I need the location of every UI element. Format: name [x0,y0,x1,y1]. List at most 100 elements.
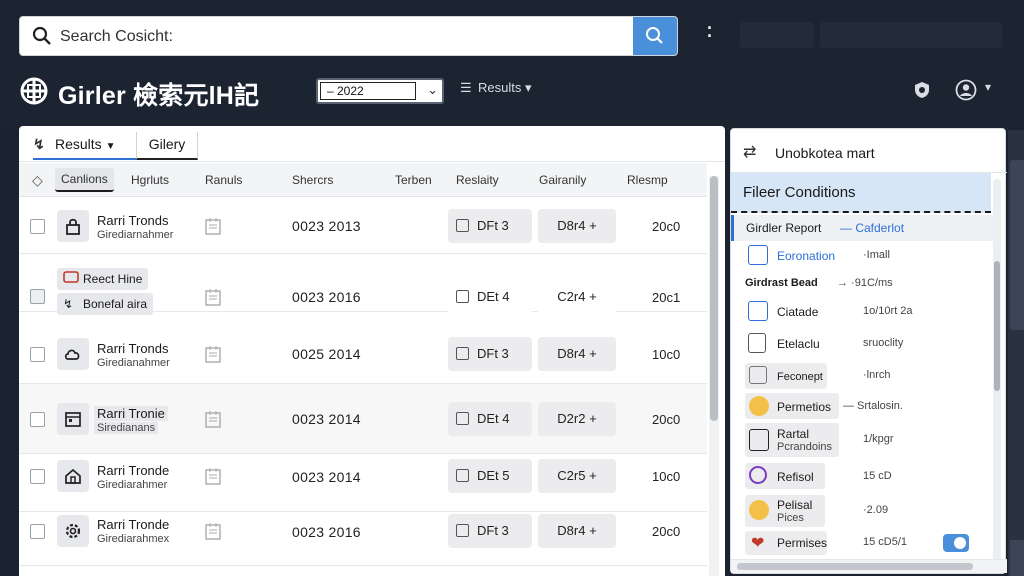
more-options-icon[interactable]: · · [703,19,717,48]
document-icon[interactable] [205,467,221,485]
collapse-arrow-icon[interactable]: ⇄ [743,142,756,162]
document-icon[interactable] [205,288,221,306]
row-title[interactable]: Rarri Tronie [94,406,168,421]
caret-down-icon[interactable]: ▾ [985,80,991,94]
row-tag-checkbox[interactable]: DFt 3 [448,209,532,243]
search-input[interactable] [60,25,620,49]
row-checkbox[interactable] [30,219,45,234]
user-avatar-icon[interactable] [955,79,977,101]
row-title[interactable]: Rarri Tronde [97,517,169,532]
table-row[interactable]: Reect Hine ↯ Bonefal aira 0023 2016 DEt 4… [19,254,707,315]
toggle-switch[interactable] [943,534,969,552]
filter-item-selected[interactable]: Girdler Report — Cafderlot [731,215,993,241]
window-icon [63,268,83,290]
filter-item[interactable]: Feconept ·lnrch [731,363,993,391]
row-tag-button[interactable]: D8r4 + [538,514,616,548]
row-tag-checkbox[interactable]: DEt 4 [448,402,532,436]
tab-gallery[interactable]: Gilery [136,132,198,160]
row-title[interactable]: Rarri Tronde [97,463,169,478]
checkbox-icon [456,412,469,425]
column-header[interactable]: Terben [395,173,432,187]
row-date: 0023 2016 [292,289,361,305]
checkbox-icon [456,347,469,360]
filter-panel-title: Unobkotea mart [775,145,875,161]
filter-item-label: Etelaclu [777,337,820,351]
table-row[interactable]: Rarri Tronds Girediarnahmer 0023 2013 DF… [19,198,707,254]
row-checkbox[interactable] [30,289,45,304]
diamond-icon[interactable]: ◇ [32,172,43,189]
file-icon [748,333,766,353]
row-count: 20c0 [652,219,681,234]
table-row[interactable]: Rarri Tronie Siredianans 0023 2014 DEt 4… [19,384,707,454]
filter-item[interactable]: Pelisal Pices ·2.09 [731,495,993,527]
filter-item-label: Girdler Report [746,221,822,235]
filter-item-value: → ·91C/ms [837,277,893,289]
column-header[interactable]: Reslaity [456,173,499,187]
filter-scrollbar[interactable] [993,179,1001,567]
row-checkbox[interactable] [30,469,45,484]
results-scrollbar[interactable] [709,176,719,576]
document-icon[interactable] [205,522,221,540]
column-header[interactable]: Hgrluts [131,173,169,187]
document-icon[interactable] [205,345,221,363]
row-tag-button[interactable]: C2r4 + [538,280,616,314]
filter-item[interactable]: Etelaclu sruoclity [731,331,993,357]
brand-bar: Girler 檢索元lH記 – 2022 ⌄ ☰ Results ▾ ▾ [0,70,1024,126]
cloud-icon [64,349,80,360]
results-panel: ↯ Results ▼ Gilery ◇ Canlions Hgrluts Ran… [19,126,725,576]
year-select[interactable]: – 2022 ⌄ [316,78,444,104]
results-menu[interactable]: ☰ Results ▾ [460,80,532,96]
scrollbar-thumb[interactable] [994,261,1000,391]
filter-item[interactable]: Girdrast Bead → ·91C/ms [731,275,993,295]
filter-item-value: 15 cD [863,470,892,482]
row-tag-button[interactable]: D2r2 + [538,402,616,436]
row-title[interactable]: Rarri Tronds [97,341,169,356]
table-row[interactable]: Rarri Tronde Girediarahmex 0023 2016 DFt… [19,510,707,566]
row-subtitle: Siredianans [94,422,159,434]
filter-item[interactable]: Rartal Pcrandoins 1/kpgr [731,423,993,459]
caret-down-icon: ▼ [105,141,116,152]
results-menu-label: Results [478,80,522,95]
row-tag-checkbox[interactable]: DEt 5 [448,459,532,493]
settings-icon [65,523,81,539]
row-tag-checkbox[interactable]: DFt 3 [448,337,532,371]
app-title: Girler 檢索元lH記 [58,82,260,110]
tab-results[interactable]: ↯ Results ▼ [33,132,143,160]
search-box[interactable] [19,16,678,56]
row-tag-button[interactable]: D8r4 + [538,209,616,243]
column-header[interactable]: Gairanily [539,173,586,187]
filter-panel-header: ⇄ Unobkotea mart [731,129,1007,173]
filter-item[interactable]: Ciatade 1o/10rt 2a [731,299,993,325]
row-action-button[interactable]: ↯ Bonefal aira [57,293,154,315]
table-row[interactable]: Rarri Tronde Girediarahmer 0023 2014 DEt… [19,454,707,512]
scrollbar-thumb[interactable] [710,176,718,421]
table-row[interactable]: Rarri Tronds Giredianahmer 0025 2014 DFt… [19,326,707,384]
row-checkbox[interactable] [30,412,45,427]
shield-icon[interactable] [912,80,932,100]
row-checkbox[interactable] [30,524,45,539]
filter-item[interactable]: Permetios — Srtalosin. [731,393,993,421]
document-icon[interactable] [205,217,221,235]
row-tag-checkbox[interactable]: DFt 3 [448,514,532,548]
filter-item-value: ·2.09 [863,504,889,516]
search-button[interactable] [633,17,677,55]
filter-item[interactable]: ❤ Permises 15 cD5/1 [731,531,993,555]
top-bar: ·· [0,0,1024,70]
filter-item[interactable]: Refisol 15 cD [731,463,993,491]
row-title[interactable]: Rarri Tronds [97,213,169,228]
filter-item[interactable]: Eoronation ·Imall [731,245,993,269]
row-tag-button[interactable]: C2r5 + [538,459,616,493]
column-header[interactable]: Shercrs [292,173,333,187]
row-checkbox[interactable] [30,347,45,362]
scrollbar-thumb[interactable] [737,563,973,570]
column-header[interactable]: Canlions [55,168,114,192]
horizontal-scrollbar[interactable] [731,559,1007,573]
column-header[interactable]: Rlesmp [627,173,668,187]
row-tag-checkbox[interactable]: DEt 4 [448,280,532,314]
row-subtitle: Girediarahmer [97,479,168,491]
row-tag-button[interactable]: D8r4 + [538,337,616,371]
column-header[interactable]: Ranuls [205,173,242,187]
row-action-button[interactable]: Reect Hine [57,268,149,290]
star-icon [749,396,769,416]
document-icon[interactable] [205,410,221,428]
